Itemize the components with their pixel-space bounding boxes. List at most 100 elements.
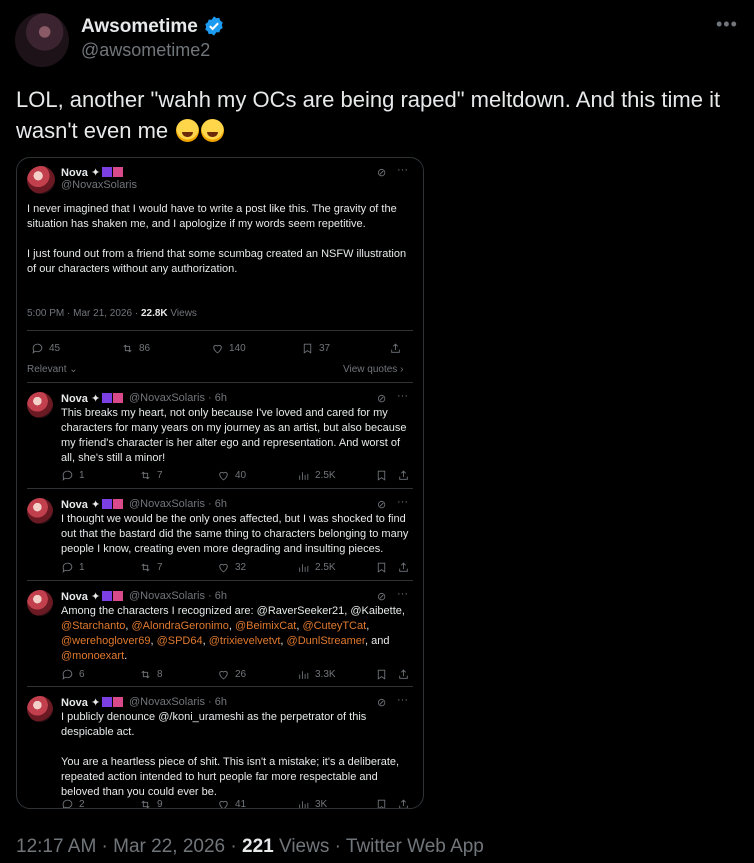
repost-button: 86 <box>121 342 150 355</box>
tweet-body: LOL, another "wahh my OCs are being rape… <box>16 87 727 143</box>
badge-icon <box>102 393 113 403</box>
sparkle-icon: ✦ <box>90 499 101 511</box>
divider <box>27 686 413 687</box>
views-button: 3K <box>297 798 327 808</box>
reply-author-handle: @NovaxSolaris · 6h <box>129 590 227 602</box>
mention-link: @Starchanto <box>61 620 126 632</box>
nova-avatar <box>27 590 53 616</box>
like-count: 32 <box>235 562 247 573</box>
nova-avatar <box>27 166 55 194</box>
repost-icon <box>141 670 150 679</box>
author-handle[interactable]: @awsometime2 <box>81 40 210 61</box>
bookmark-icon <box>377 799 386 808</box>
badge-icon <box>102 499 113 509</box>
more-horizontal-icon[interactable]: ••• <box>716 14 738 35</box>
reply-button: 1 <box>61 469 85 482</box>
badge-icon <box>102 591 113 601</box>
badge-icon <box>113 393 124 403</box>
like-button: 26 <box>217 668 246 681</box>
share-button <box>397 561 410 574</box>
repost-icon <box>141 471 150 480</box>
reply-icon <box>62 669 73 680</box>
reply-button: 1 <box>61 561 85 574</box>
views-button: 2.5K <box>297 561 336 574</box>
like-button: 32 <box>217 561 246 574</box>
mention-link: @DunlStreamer <box>286 635 365 647</box>
name-text: Nova <box>61 697 88 709</box>
share-icon <box>391 343 400 353</box>
reply-icon <box>62 799 73 808</box>
post-time: 5:00 PM · Mar 21, 2026 · <box>27 308 141 319</box>
attached-image[interactable]: Nova ✦ @NovaxSolaris ⊘ ··· I never imagi… <box>16 157 424 809</box>
reply-author-name: Nova ✦ <box>61 590 124 603</box>
analytics-icon <box>299 472 309 480</box>
laughing-crying-emoji-icon <box>201 119 225 142</box>
sparkle-icon: ✦ <box>90 591 101 603</box>
tweet-timestamp[interactable]: 12:17 AM · Mar 22, 2026 <box>16 836 225 857</box>
heart-icon <box>219 670 228 680</box>
tweet-footer: 12:17 AM · Mar 22, 2026 · 221 Views · Tw… <box>16 836 484 858</box>
badge-icon <box>113 591 124 601</box>
reply-text: I publicly denounce @/koni_urameshi as t… <box>61 711 400 798</box>
views-button: 3.3K <box>297 668 336 681</box>
reply-author-handle: @NovaxSolaris · 6h <box>129 498 227 510</box>
repost-count: 8 <box>157 669 163 680</box>
verified-badge-icon <box>205 16 223 36</box>
reply-text: I thought we would be the only ones affe… <box>61 513 412 555</box>
mention-link: @werehoglover69 <box>61 635 151 647</box>
post-author-name: Nova ✦ <box>61 166 124 179</box>
mention-link: @AlondraGeronimo <box>131 620 229 632</box>
analytics-icon <box>299 801 309 808</box>
share-icon <box>399 470 408 480</box>
view-quotes-link: View quotes › <box>343 364 404 375</box>
badge-icon <box>113 167 124 177</box>
nova-avatar <box>27 498 53 524</box>
post-views-count: 22.8K <box>140 308 168 319</box>
views-count: 2.5K <box>315 562 336 573</box>
mention-link: @trixievelvetvt <box>208 635 281 647</box>
reply-author-name: Nova ✦ <box>61 392 124 405</box>
reply-count: 2 <box>79 799 85 809</box>
mention-link: @SPD64 <box>156 635 203 647</box>
grok-icon: ⊘ <box>377 167 387 179</box>
analytics-icon <box>299 564 309 572</box>
divider <box>27 330 413 331</box>
analytics-icon <box>299 671 309 679</box>
bookmark-icon <box>377 470 386 481</box>
text-prefix: Among the characters I recognized are: @… <box>61 605 405 617</box>
name-text: Nova <box>61 499 88 511</box>
grok-icon: ⊘ <box>377 393 387 405</box>
views-count: 221 <box>242 836 274 857</box>
repost-count: 7 <box>157 562 163 573</box>
badge-icon <box>113 499 124 509</box>
reply-button: 2 <box>61 798 85 809</box>
reply-count: 1 <box>79 562 85 573</box>
repost-button: 7 <box>139 561 163 574</box>
post-views-label: Views <box>167 308 197 319</box>
share-icon <box>399 799 408 808</box>
reply-count: 1 <box>79 470 85 481</box>
like-count: 26 <box>235 669 247 680</box>
author-avatar[interactable] <box>15 13 69 67</box>
like-button: 41 <box>217 798 246 808</box>
repost-count: 9 <box>157 799 163 809</box>
repost-icon <box>141 563 150 572</box>
more-horizontal-icon: ··· <box>397 496 408 508</box>
mention-link: @monoexart <box>61 650 125 662</box>
repost-icon <box>141 800 150 808</box>
repost-button: 7 <box>139 469 163 482</box>
bookmark-icon <box>377 562 386 573</box>
reply-icon <box>32 343 43 354</box>
nova-avatar <box>27 392 53 418</box>
author-name[interactable]: Awsometime <box>81 16 198 38</box>
like-button: 40 <box>217 469 246 482</box>
bookmark-icon <box>377 669 386 680</box>
reply-icon <box>62 562 73 573</box>
more-horizontal-icon: ··· <box>397 390 408 402</box>
share-button <box>389 342 402 355</box>
mention-link: @BeimixCat <box>235 620 297 632</box>
share-button <box>397 798 410 808</box>
share-button <box>397 668 410 681</box>
reply-count: 45 <box>49 343 61 354</box>
badge-icon <box>113 697 124 707</box>
